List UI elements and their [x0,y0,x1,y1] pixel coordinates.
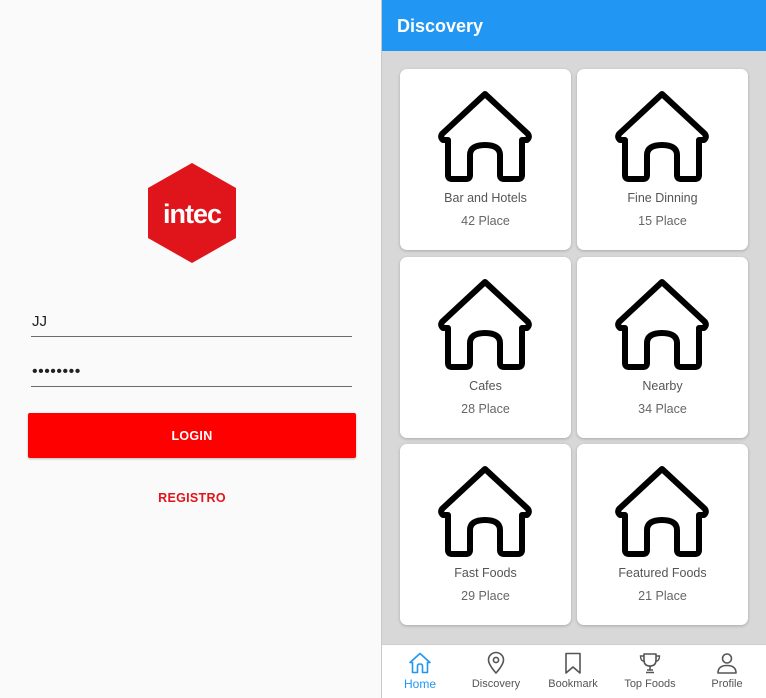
card-title: Fast Foods [454,566,517,580]
nav-label: Discovery [471,678,521,690]
card-count: 29 Place [461,589,510,603]
nav-item-discovery[interactable]: Discovery [458,645,534,698]
house-icon [437,464,533,558]
nav-label: Home [403,677,436,691]
username-value: JJ [32,313,47,330]
card-title: Fine Dinning [627,191,698,205]
intec-logo: intec [147,162,237,264]
house-icon [614,464,710,558]
person-icon [715,651,739,675]
category-card-fast-foods[interactable]: Fast Foods 29 Place [400,444,571,625]
nav-label: Bookmark [548,678,598,690]
trophy-icon [638,651,662,675]
card-count: 21 Place [638,589,687,603]
house-icon [437,89,533,183]
card-count: 42 Place [461,214,510,228]
login-screen: intec JJ •••••••• LOGIN REGISTRO [0,0,381,698]
card-count: 15 Place [638,214,687,228]
card-title: Cafes [469,379,502,393]
nav-item-home[interactable]: Home [382,645,458,698]
card-title: Featured Foods [618,566,707,580]
category-card-fine-dinning[interactable]: Fine Dinning 15 Place [577,69,748,250]
category-card-bar-and-hotels[interactable]: Bar and Hotels 42 Place [400,69,571,250]
home-icon [408,651,432,675]
nav-label: Top Foods [624,678,676,690]
nav-item-top-foods[interactable]: Top Foods [612,645,688,698]
category-card-cafes[interactable]: Cafes 28 Place [400,257,571,438]
login-button[interactable]: LOGIN [28,413,356,458]
app-bar: Discovery [382,0,766,51]
card-count: 34 Place [638,402,687,416]
app-bar-title: Discovery [397,16,484,36]
bookmark-icon [561,651,585,675]
house-icon [614,277,710,371]
card-title: Nearby [642,379,683,393]
nav-label: Profile [711,678,743,690]
discovery-screen: Discovery Bar and Hotels 42 Place Fine D… [382,0,766,698]
password-value: •••••••• [32,363,81,380]
bottom-nav: Home Discovery Bookmark Top Foods Profil… [382,644,766,698]
location-pin-icon [484,651,508,675]
password-field[interactable]: •••••••• [31,361,352,387]
house-icon [437,277,533,371]
house-icon [614,89,710,183]
nav-item-profile[interactable]: Profile [689,645,765,698]
register-link[interactable]: REGISTRO [0,491,384,505]
nav-item-bookmark[interactable]: Bookmark [535,645,611,698]
card-title: Bar and Hotels [444,191,527,205]
username-field[interactable]: JJ [31,311,352,337]
svg-text:intec: intec [163,199,222,229]
category-card-featured-foods[interactable]: Featured Foods 21 Place [577,444,748,625]
category-card-nearby[interactable]: Nearby 34 Place [577,257,748,438]
card-count: 28 Place [461,402,510,416]
